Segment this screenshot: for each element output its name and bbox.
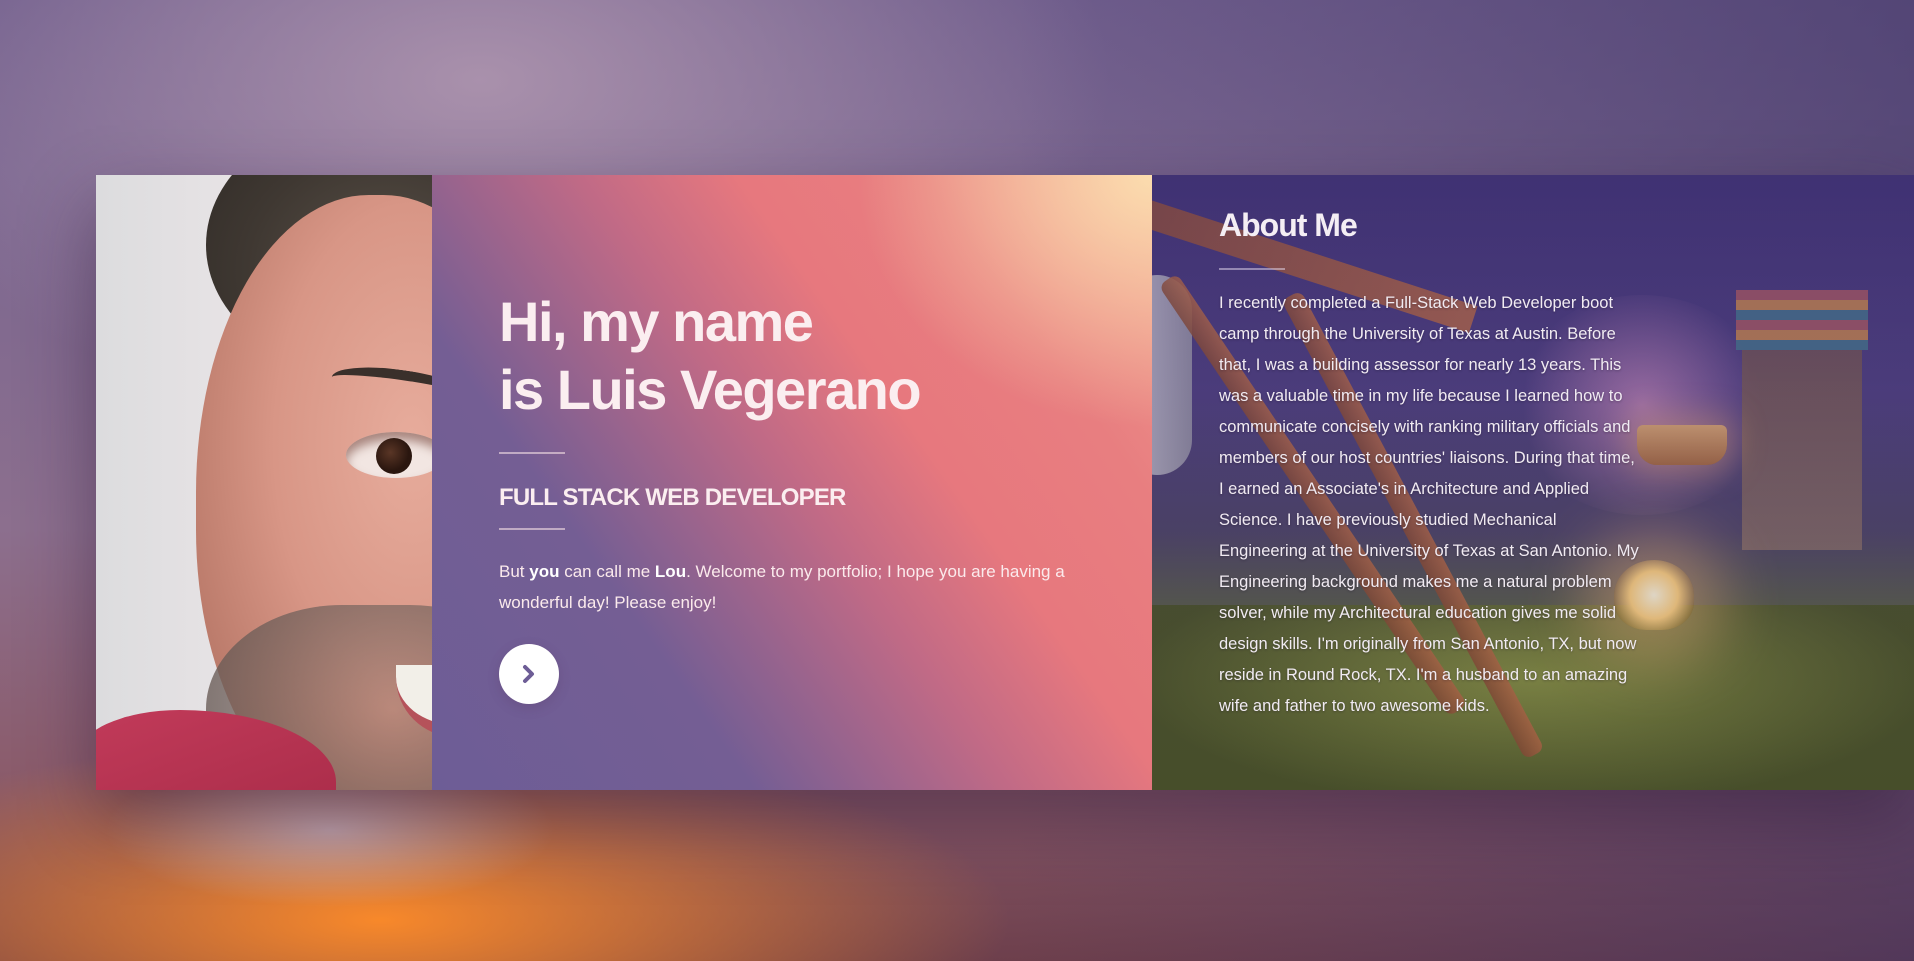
headline-line-1: Hi, my name [499, 290, 814, 353]
divider [1219, 268, 1285, 270]
page-title: Hi, my name is Luis Vegerano [499, 288, 1099, 424]
intro-content: Hi, my name is Luis Vegerano FULL STACK … [499, 288, 1099, 704]
about-title: About Me [1219, 207, 1358, 243]
about-content: About Me I recently completed a Full-Sta… [1219, 207, 1639, 739]
job-title: FULL STACK WEB DEVELOPER [499, 484, 846, 511]
about-panel: About Me I recently completed a Full-Sta… [1152, 175, 1914, 790]
intro-text: But you can call me Lou. Welcome to my p… [499, 562, 1065, 612]
intro-bold-lou: Lou [654, 562, 687, 581]
about-text: I recently completed a Full-Stack Web De… [1219, 294, 1639, 715]
chevron-right-icon [523, 665, 534, 683]
divider [499, 528, 565, 530]
profile-photo [96, 175, 432, 790]
hero-card: Hi, my name is Luis Vegerano FULL STACK … [96, 175, 1914, 790]
intro-panel: Hi, my name is Luis Vegerano FULL STACK … [432, 175, 1152, 790]
divider [499, 452, 565, 454]
next-section-button[interactable] [499, 644, 559, 704]
headline-line-2: is Luis Vegerano [499, 358, 922, 421]
intro-bold-you: you [529, 562, 560, 581]
